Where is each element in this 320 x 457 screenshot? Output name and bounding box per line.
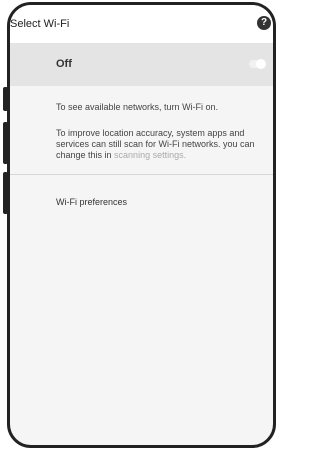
page-title: Select Wi-Fi bbox=[10, 18, 70, 30]
wifi-off-message: To see available networks, turn Wi-Fi on… bbox=[56, 102, 219, 112]
device-stage: Select Wi-Fi ? Off To see available netw… bbox=[0, 0, 285, 457]
app-bar: Select Wi-Fi ? bbox=[10, 5, 273, 43]
wifi-preferences-item[interactable]: Wi-Fi preferences bbox=[56, 197, 127, 207]
wifi-switch[interactable] bbox=[249, 59, 266, 69]
wifi-toggle-row[interactable]: Off bbox=[10, 43, 273, 86]
help-icon[interactable]: ? bbox=[257, 16, 271, 30]
wifi-toggle-label: Off bbox=[56, 58, 72, 70]
scanning-info: To improve location accuracy, system app… bbox=[56, 128, 261, 161]
scanning-settings-link[interactable]: scanning settings. bbox=[114, 150, 186, 160]
divider bbox=[10, 174, 273, 175]
phone-frame: Select Wi-Fi ? Off To see available netw… bbox=[7, 2, 276, 448]
switch-knob bbox=[256, 59, 266, 69]
